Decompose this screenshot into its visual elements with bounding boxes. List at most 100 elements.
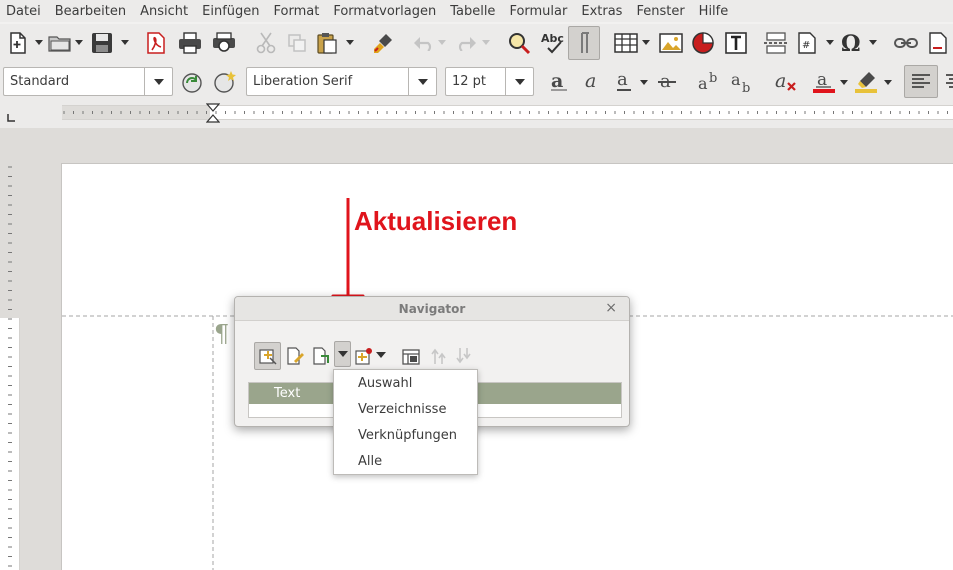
- superscript-icon[interactable]: ab: [696, 69, 724, 95]
- menu-item-verknuepfungen[interactable]: Verknüpfungen: [358, 428, 457, 443]
- new-dropdown-arrow[interactable]: [35, 40, 43, 46]
- open-folder-icon[interactable]: [46, 28, 74, 58]
- highlight-dropdown-arrow[interactable]: [884, 80, 892, 86]
- menu-extras[interactable]: Extras: [581, 4, 622, 19]
- menu-format[interactable]: Format: [274, 4, 320, 19]
- bold-icon[interactable]: a: [546, 69, 574, 95]
- menu-ansicht[interactable]: Ansicht: [140, 4, 188, 19]
- save-icon[interactable]: [88, 28, 116, 58]
- new-style-icon[interactable]: [211, 69, 239, 95]
- menu-item-verzeichnisse[interactable]: Verzeichnisse: [358, 402, 446, 417]
- update-style-icon[interactable]: [178, 69, 206, 95]
- page-break-icon[interactable]: [762, 28, 790, 58]
- menu-bearbeiten[interactable]: Bearbeiten: [55, 4, 126, 19]
- horizontal-ruler[interactable]: [0, 100, 953, 128]
- svg-text:a: a: [775, 71, 786, 92]
- insert-dropdown-arrow[interactable]: [375, 349, 387, 361]
- italic-icon[interactable]: a: [579, 69, 607, 95]
- spelling-icon[interactable]: Abc: [539, 28, 567, 58]
- special-character-icon[interactable]: Ω: [838, 28, 866, 58]
- menu-formular[interactable]: Formular: [509, 4, 567, 19]
- table-dropdown-arrow[interactable]: [642, 40, 650, 46]
- toggle-icon[interactable]: [254, 342, 281, 370]
- font-size-value: 12 pt: [452, 74, 487, 89]
- subscript-icon[interactable]: ab: [729, 69, 757, 95]
- close-icon[interactable]: ×: [605, 300, 617, 316]
- chevron-down-icon[interactable]: [144, 68, 172, 95]
- menu-fenster[interactable]: Fenster: [636, 4, 684, 19]
- menu-bar: Datei Bearbeiten Ansicht Einfügen Format…: [0, 0, 953, 22]
- undo-dropdown-arrow[interactable]: [438, 40, 446, 46]
- chevron-down-icon[interactable]: [408, 68, 436, 95]
- svg-text:a: a: [585, 72, 596, 92]
- footnote-icon[interactable]: [925, 28, 953, 58]
- font-color-icon[interactable]: a: [810, 69, 838, 95]
- drag-mode-icon[interactable]: [309, 344, 333, 368]
- menu-item-auswahl[interactable]: Auswahl: [358, 376, 412, 391]
- vertical-ruler[interactable]: [0, 163, 20, 570]
- svg-text:a: a: [731, 71, 741, 89]
- update-dropdown-menu: Auswahl Verzeichnisse Verknüpfungen Alle: [333, 369, 478, 475]
- paragraph-style-combo[interactable]: Standard: [3, 67, 173, 96]
- paste-icon[interactable]: [313, 28, 341, 58]
- vertical-ruler-ticks: [8, 166, 12, 567]
- cut-icon[interactable]: [252, 28, 280, 58]
- font-size-combo[interactable]: 12 pt: [445, 67, 534, 96]
- standard-toolbar: Abc # Ω: [0, 24, 953, 62]
- annotation-label: Aktualisieren: [354, 206, 518, 236]
- redo-icon[interactable]: [452, 28, 480, 58]
- content-view-icon[interactable]: [399, 344, 423, 368]
- menu-datei[interactable]: Datei: [6, 4, 41, 19]
- svg-text:#: #: [802, 40, 810, 51]
- svg-text:a: a: [698, 74, 708, 93]
- update-dropdown-button[interactable]: [334, 341, 351, 367]
- chevron-down-icon[interactable]: [505, 68, 533, 95]
- special-character-dropdown-arrow[interactable]: [869, 40, 877, 46]
- export-pdf-icon[interactable]: [142, 28, 170, 58]
- promote-icon[interactable]: [427, 344, 451, 368]
- find-replace-icon[interactable]: [505, 28, 533, 58]
- print-icon[interactable]: [176, 28, 204, 58]
- tab-type-icon[interactable]: [7, 111, 15, 126]
- strikethrough-icon[interactable]: a: [654, 69, 682, 95]
- insert-icon[interactable]: [352, 344, 376, 368]
- menu-hilfe[interactable]: Hilfe: [699, 4, 729, 19]
- insert-field-icon[interactable]: #: [793, 28, 821, 58]
- clone-formatting-icon[interactable]: [370, 28, 398, 58]
- insert-image-icon[interactable]: [657, 28, 685, 58]
- underline-dropdown-arrow[interactable]: [640, 80, 648, 86]
- undo-icon[interactable]: [410, 28, 438, 58]
- navigator-titlebar[interactable]: Navigator ×: [235, 297, 629, 321]
- indent-marker-icon[interactable]: [205, 103, 221, 127]
- open-dropdown-arrow[interactable]: [75, 40, 83, 46]
- menu-formatvorlagen[interactable]: Formatvorlagen: [333, 4, 436, 19]
- svg-text:a: a: [617, 71, 628, 90]
- paragraph-style-value: Standard: [10, 74, 70, 89]
- formatting-toolbar: Standard Liberation Serif 12 pt a a a a: [0, 62, 953, 100]
- navigator-title: Navigator: [398, 302, 466, 316]
- menu-tabelle[interactable]: Tabelle: [450, 4, 495, 19]
- insert-table-icon[interactable]: [612, 28, 640, 58]
- clear-formatting-icon[interactable]: a: [772, 69, 800, 95]
- redo-dropdown-arrow[interactable]: [482, 40, 490, 46]
- new-document-icon[interactable]: [4, 28, 32, 58]
- field-dropdown-arrow[interactable]: [826, 40, 834, 46]
- align-left-icon[interactable]: [904, 65, 938, 98]
- copy-icon[interactable]: [283, 28, 311, 58]
- insert-text-box-icon[interactable]: [722, 28, 750, 58]
- font-name-combo[interactable]: Liberation Serif: [246, 67, 437, 96]
- menu-item-alle[interactable]: Alle: [358, 454, 382, 469]
- align-center-icon[interactable]: [941, 69, 953, 95]
- demote-icon[interactable]: [452, 344, 476, 368]
- font-color-dropdown-arrow[interactable]: [840, 80, 848, 86]
- formatting-marks-icon[interactable]: [568, 26, 600, 60]
- save-dropdown-arrow[interactable]: [121, 40, 129, 46]
- paste-dropdown-arrow[interactable]: [346, 40, 354, 46]
- menu-einfuegen[interactable]: Einfügen: [202, 4, 259, 19]
- insert-chart-icon[interactable]: [689, 28, 717, 58]
- underline-icon[interactable]: a: [611, 69, 639, 95]
- highlight-color-icon[interactable]: [852, 69, 880, 95]
- print-preview-icon[interactable]: [210, 28, 238, 58]
- hyperlink-icon[interactable]: [892, 28, 920, 58]
- navigation-icon[interactable]: [283, 344, 307, 368]
